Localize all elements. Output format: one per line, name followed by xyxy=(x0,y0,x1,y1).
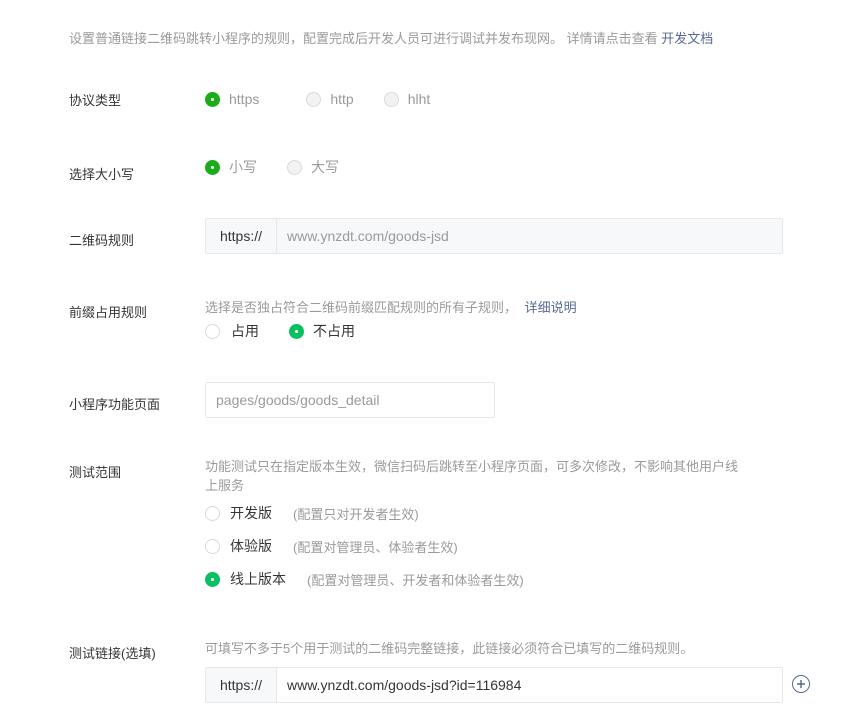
radio-unchecked-icon xyxy=(205,505,220,521)
test-scope-option-note: (配置对管理员、开发者和体验者生效) xyxy=(307,572,524,588)
radio-unchecked-icon xyxy=(383,91,399,107)
dev-docs-link[interactable]: 开发文档 xyxy=(661,31,713,46)
protocol-option-hlht[interactable]: hlht xyxy=(383,91,431,107)
prefix-option-not-occupy[interactable]: 不占用 xyxy=(289,321,355,341)
qr-rule-input-group: https:// www.ynzdt.com/goods-jsd xyxy=(205,218,783,254)
protocol-radio-group: https http hlht xyxy=(205,91,460,107)
case-option-upper[interactable]: 大写 xyxy=(287,157,339,177)
plus-circle-icon xyxy=(797,680,805,688)
test-scope-option-dev[interactable]: 开发版 (配置只对开发者生效) xyxy=(205,503,419,523)
intro-description: 设置普通链接二维码跳转小程序的规则，配置完成后开发人员可进行调试并发布现网。 详… xyxy=(69,31,658,46)
test-scope-hint: 功能测试只在指定版本生效，微信扫码后跳转至小程序页面，可多次修改，不影响其他用户… xyxy=(205,457,795,495)
test-scope-option-name: 体验版 xyxy=(230,538,272,554)
test-scope-option-note: (配置对管理员、体验者生效) xyxy=(293,539,458,555)
qr-rule-input[interactable]: www.ynzdt.com/goods-jsd xyxy=(277,219,782,253)
radio-checked-icon xyxy=(205,571,220,587)
case-option-label: 小写 xyxy=(229,159,257,175)
test-link-input-group: https:// www.ynzdt.com/goods-jsd?id=1169… xyxy=(205,667,783,703)
test-link-hint: 可填写不多于5个用于测试的二维码完整链接，此链接必须符合已填写的二维码规则。 xyxy=(205,641,694,656)
add-test-link-button[interactable] xyxy=(792,675,810,693)
test-link-input[interactable]: www.ynzdt.com/goods-jsd?id=116984 xyxy=(277,668,782,702)
qr-rule-label: 二维码规则 xyxy=(69,233,135,248)
prefix-option-label: 占用 xyxy=(231,323,259,339)
case-option-lower[interactable]: 小写 xyxy=(205,157,257,177)
radio-checked-icon xyxy=(289,323,304,339)
protocol-label: 协议类型 xyxy=(69,93,122,108)
prefix-rule-hint: 选择是否独占符合二维码前缀匹配规则的所有子规则， 详细说明 xyxy=(205,297,577,316)
test-scope-option-note: (配置只对开发者生效) xyxy=(293,506,419,522)
test-scope-label: 测试范围 xyxy=(69,465,122,480)
qr-rule-prefix: https:// xyxy=(206,219,277,253)
test-scope-option-name: 线上版本 xyxy=(230,571,286,587)
prefix-rule-label: 前缀占用规则 xyxy=(69,305,148,320)
case-radio-group: 小写 大写 xyxy=(205,157,369,177)
radio-checked-icon xyxy=(205,91,220,107)
radio-unchecked-icon xyxy=(306,91,322,107)
prefix-rule-detail-link[interactable]: 详细说明 xyxy=(525,300,577,315)
case-label: 选择大小写 xyxy=(69,167,135,182)
test-scope-hint-line: 功能测试只在指定版本生效，微信扫码后跳转至小程序页面，可多次修改，不影响其他用户… xyxy=(205,459,739,474)
test-scope-hint-line: 上服务 xyxy=(205,478,245,493)
radio-checked-icon xyxy=(205,159,220,175)
test-link-label: 测试链接(选填) xyxy=(69,646,156,661)
radio-unchecked-icon xyxy=(205,323,220,339)
protocol-option-label: hlht xyxy=(407,91,431,107)
protocol-option-label: https xyxy=(229,91,260,107)
prefix-option-occupy[interactable]: 占用 xyxy=(205,321,259,341)
radio-unchecked-icon xyxy=(205,538,220,554)
protocol-option-https[interactable]: https xyxy=(205,91,259,107)
prefix-rule-hint-text: 选择是否独占符合二维码前缀匹配规则的所有子规则， xyxy=(205,300,518,315)
case-option-label: 大写 xyxy=(311,159,339,175)
test-link-prefix: https:// xyxy=(206,668,277,702)
prefix-option-label: 不占用 xyxy=(313,323,355,339)
protocol-option-http[interactable]: http xyxy=(306,91,354,107)
test-scope-option-trial[interactable]: 体验版 (配置对管理员、体验者生效) xyxy=(205,536,458,556)
page-input[interactable]: pages/goods/goods_detail xyxy=(205,382,495,418)
page-input-value: pages/goods/goods_detail xyxy=(216,392,380,408)
radio-unchecked-icon xyxy=(287,159,302,175)
intro-text: 设置普通链接二维码跳转小程序的规则，配置完成后开发人员可进行调试并发布现网。 详… xyxy=(69,28,713,47)
test-scope-option-name: 开发版 xyxy=(230,505,272,521)
test-scope-option-online[interactable]: 线上版本 (配置对管理员、开发者和体验者生效) xyxy=(205,569,524,589)
page-label: 小程序功能页面 xyxy=(69,397,161,412)
protocol-option-label: http xyxy=(330,91,354,107)
prefix-rule-radio-group: 占用 不占用 xyxy=(205,321,385,341)
